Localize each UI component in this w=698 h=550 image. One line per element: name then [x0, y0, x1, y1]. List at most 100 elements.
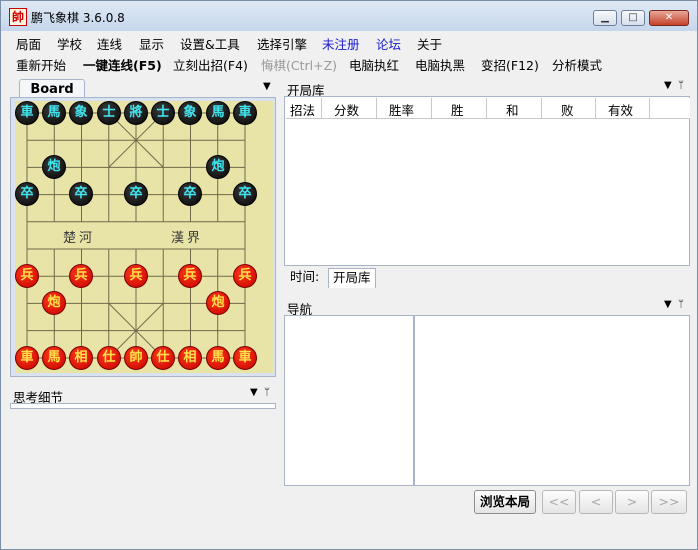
red-pawn-piece[interactable]: 兵 [233, 264, 257, 288]
engine-black-button[interactable]: 电脑执黑 [415, 55, 465, 74]
tab-board[interactable]: Board [19, 79, 85, 98]
thinking-panel-header: 思考细节 ▼ ᛘ [10, 386, 276, 405]
black-horse-piece[interactable]: 馬 [42, 101, 66, 125]
menu-bar: 局面 学校 连线 显示 设置&工具 选择引擎 未注册 论坛 关于 [1, 31, 697, 53]
column-header-score[interactable]: 分数 [334, 100, 359, 119]
black-pawn-piece[interactable]: 卒 [178, 182, 202, 206]
red-chariot-piece[interactable]: 車 [233, 346, 257, 370]
thinking-panel-content [10, 403, 276, 409]
menu-unregistered[interactable]: 未注册 [322, 34, 360, 53]
red-elephant-piece[interactable]: 相 [178, 346, 202, 370]
column-header-valid[interactable]: 有效 [608, 100, 633, 119]
panel-menu-icon[interactable]: ▼ [664, 80, 672, 91]
menu-about[interactable]: 关于 [417, 34, 442, 53]
red-pawn-piece[interactable]: 兵 [69, 264, 93, 288]
column-header-win[interactable]: 胜 [451, 100, 464, 119]
red-horse-piece[interactable]: 馬 [42, 346, 66, 370]
red-pawn-piece[interactable]: 兵 [178, 264, 202, 288]
red-general-piece[interactable]: 帥 [124, 346, 148, 370]
column-divider [541, 98, 542, 118]
opening-panel-header: 开局库 ▼ ᛘ [284, 79, 690, 98]
app-window: 帥 鹏飞象棋 3.6.0.8 ▁ □ ✕ 局面 学校 连线 显示 设置&工具 选… [0, 0, 698, 550]
column-divider [595, 98, 596, 118]
column-header-winrate[interactable]: 胜率 [389, 100, 414, 119]
black-pawn-piece[interactable]: 卒 [233, 182, 257, 206]
auto-connect-button[interactable]: 一键连线(F5) [83, 55, 162, 74]
move-now-button[interactable]: 立刻出招(F4) [173, 55, 248, 74]
menu-forum[interactable]: 论坛 [376, 34, 401, 53]
red-advisor-piece[interactable]: 仕 [97, 346, 121, 370]
maximize-button[interactable]: □ [621, 10, 645, 26]
column-divider [376, 98, 377, 118]
panel-menu-icon[interactable]: ▼ [250, 387, 258, 398]
black-general-piece[interactable]: 將 [124, 101, 148, 125]
pin-icon[interactable]: ᛘ [678, 299, 684, 310]
toolbar: 重新开始 一键连线(F5) 立刻出招(F4) 悔棋(Ctrl+Z) 电脑执红 电… [1, 53, 697, 75]
opening-book-table [284, 96, 690, 266]
column-divider [321, 98, 322, 118]
analysis-mode-button[interactable]: 分析模式 [552, 55, 602, 74]
black-chariot-piece[interactable]: 車 [233, 101, 257, 125]
move-comment-area[interactable] [414, 315, 690, 486]
restart-button[interactable]: 重新开始 [16, 55, 66, 74]
black-pawn-piece[interactable]: 卒 [124, 182, 148, 206]
menu-school[interactable]: 学校 [57, 34, 82, 53]
column-header-loss[interactable]: 败 [561, 100, 574, 119]
engine-red-button[interactable]: 电脑执红 [349, 55, 399, 74]
red-pawn-piece[interactable]: 兵 [124, 264, 148, 288]
undo-button[interactable]: 悔棋(Ctrl+Z) [261, 55, 337, 74]
black-cannon-piece[interactable]: 炮 [42, 155, 66, 179]
red-cannon-piece[interactable]: 炮 [206, 291, 230, 315]
column-divider [649, 98, 650, 118]
red-chariot-piece[interactable]: 車 [15, 346, 39, 370]
black-cannon-piece[interactable]: 炮 [206, 155, 230, 179]
black-elephant-piece[interactable]: 象 [69, 101, 93, 125]
black-pawn-piece[interactable]: 卒 [69, 182, 93, 206]
panel-menu-icon[interactable]: ▼ [664, 299, 672, 310]
status-bar [1, 521, 697, 549]
opening-table-header: 招法 分数 胜率 胜 和 败 有效 [286, 98, 690, 119]
board-grid [26, 112, 246, 359]
black-advisor-piece[interactable]: 士 [97, 101, 121, 125]
menu-select-engine[interactable]: 选择引擎 [257, 34, 307, 53]
menu-display[interactable]: 显示 [139, 34, 164, 53]
red-advisor-piece[interactable]: 仕 [151, 346, 175, 370]
river-label-left: 楚河 [63, 231, 96, 246]
red-pawn-piece[interactable]: 兵 [15, 264, 39, 288]
close-button[interactable]: ✕ [649, 10, 689, 26]
black-pawn-piece[interactable]: 卒 [15, 182, 39, 206]
browse-game-button[interactable]: 浏览本局 [474, 490, 536, 514]
black-elephant-piece[interactable]: 象 [178, 101, 202, 125]
opening-panel-tabs: 时间: 开局库 [284, 266, 690, 288]
prev-move-button[interactable]: < [579, 490, 613, 514]
change-move-button[interactable]: 变招(F12) [481, 55, 539, 74]
first-move-button[interactable]: << [542, 490, 576, 514]
last-move-button[interactable]: >> [651, 490, 687, 514]
black-horse-piece[interactable]: 馬 [206, 101, 230, 125]
tab-time[interactable]: 时间: [286, 268, 323, 288]
column-header-draw[interactable]: 和 [506, 100, 519, 119]
menu-position[interactable]: 局面 [16, 34, 41, 53]
nav-panel-header: 导航 ▼ ᛘ [284, 298, 690, 317]
menu-connect[interactable]: 连线 [97, 34, 122, 53]
title-bar: 帥 鹏飞象棋 3.6.0.8 ▁ □ ✕ [1, 1, 697, 31]
window-title: 鹏飞象棋 3.6.0.8 [31, 11, 125, 25]
red-horse-piece[interactable]: 馬 [206, 346, 230, 370]
menu-settings-tools[interactable]: 设置&工具 [180, 34, 240, 53]
column-divider [431, 98, 432, 118]
black-chariot-piece[interactable]: 車 [15, 101, 39, 125]
app-logo-icon: 帥 [9, 8, 27, 26]
pin-icon[interactable]: ᛘ [678, 80, 684, 91]
river-label-right: 漢界 [171, 231, 204, 246]
column-divider [486, 98, 487, 118]
minimize-button[interactable]: ▁ [593, 10, 617, 26]
pin-icon[interactable]: ᛘ [264, 387, 270, 398]
move-list[interactable] [284, 315, 414, 486]
red-cannon-piece[interactable]: 炮 [42, 291, 66, 315]
column-header-move[interactable]: 招法 [290, 100, 315, 119]
next-move-button[interactable]: > [615, 490, 649, 514]
black-advisor-piece[interactable]: 士 [151, 101, 175, 125]
red-elephant-piece[interactable]: 相 [69, 346, 93, 370]
board-panel-menu-icon[interactable]: ▼ [263, 81, 271, 92]
tab-opening-book[interactable]: 开局库 [328, 268, 376, 288]
